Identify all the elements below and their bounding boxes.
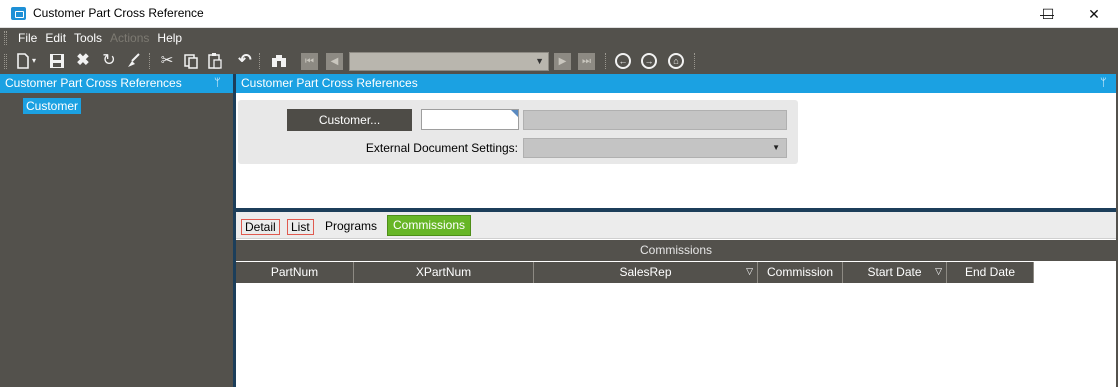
toolbar-separator (259, 53, 260, 69)
search-icon[interactable] (270, 52, 288, 70)
title-bar: Customer Part Cross Reference — ☐ ✕ (0, 0, 1118, 28)
column-header-salesrep[interactable]: SalesRep ▽ (534, 262, 758, 283)
forward-icon[interactable]: → (641, 53, 657, 69)
menu-bar: File Edit Tools Actions Help (0, 28, 186, 48)
clear-icon[interactable] (125, 52, 143, 70)
tree-panel-header: Customer Part Cross References ᛘ (0, 74, 233, 93)
paste-icon[interactable] (206, 52, 224, 70)
detail-panel-header: Customer Part Cross References ᛘ (236, 74, 1118, 93)
grid-body[interactable] (236, 283, 1118, 387)
record-navigator-combo[interactable]: ▼ (349, 52, 549, 71)
column-label: Commission (766, 265, 833, 279)
save-icon[interactable] (48, 52, 66, 70)
grid-header: PartNum XPartNum SalesRep ▽ Commission S… (236, 262, 1034, 283)
menu-tools[interactable]: Tools (70, 31, 106, 45)
customer-id-input[interactable] (421, 109, 519, 130)
column-header-start-date[interactable]: Start Date ▽ (843, 262, 947, 283)
column-label: SalesRep (619, 265, 672, 279)
toolbar-separator (149, 53, 150, 69)
pin-icon[interactable]: ᛘ (214, 74, 221, 93)
command-band: File Edit Tools Actions Help ▾ ✖ ↻ ✂ ↶ ⏮… (0, 28, 1118, 74)
refresh-icon[interactable]: ↻ (100, 52, 118, 70)
column-label: PartNum (270, 265, 319, 279)
new-dropdown-icon[interactable]: ▾ (30, 52, 38, 70)
cut-icon[interactable]: ✂ (158, 52, 176, 70)
customer-name-field (523, 110, 787, 130)
back-icon[interactable]: ← (615, 53, 631, 69)
app-icon (11, 7, 26, 20)
menu-actions: Actions (110, 31, 150, 45)
column-label: XPartNum (415, 265, 472, 279)
first-record-icon: ⏮ (301, 53, 318, 70)
detail-panel: Customer Part Cross References ᛘ Custome… (236, 74, 1118, 387)
customer-button[interactable]: Customer... (287, 109, 412, 131)
chevron-down-icon: ▼ (772, 143, 780, 152)
tree-panel: Customer Part Cross References ᛘ Custome… (0, 74, 233, 387)
maximize-button[interactable]: ☐ (1025, 0, 1071, 28)
copy-icon[interactable] (182, 52, 200, 70)
chevron-down-icon: ▼ (535, 56, 544, 66)
filter-icon[interactable]: ▽ (746, 262, 753, 281)
tree-node-customer[interactable]: Customer (23, 98, 82, 114)
column-label: End Date (964, 265, 1016, 279)
external-doc-settings-label: External Document Settings: (365, 141, 518, 155)
grid-title: Commissions (236, 240, 1116, 261)
tab-programs[interactable]: Programs (322, 219, 380, 235)
column-header-commission[interactable]: Commission (758, 262, 843, 283)
filter-icon[interactable]: ▽ (935, 262, 942, 281)
toolbar-separator (605, 53, 606, 69)
external-doc-settings-select[interactable]: ▼ (523, 138, 787, 158)
tab-detail[interactable]: Detail (241, 219, 280, 235)
menu-edit[interactable]: Edit (41, 31, 70, 45)
menu-help[interactable]: Help (153, 31, 186, 45)
tab-list[interactable]: List (287, 219, 314, 235)
home-icon[interactable]: ⌂ (668, 53, 684, 69)
last-record-icon: ⏭ (578, 53, 595, 70)
column-header-end-date[interactable]: End Date (947, 262, 1034, 283)
window-title: Customer Part Cross Reference (33, 6, 204, 20)
next-record-icon: ▶ (554, 53, 571, 70)
detail-panel-title: Customer Part Cross References (241, 76, 418, 90)
previous-record-icon: ◀ (326, 53, 343, 70)
column-header-partnum[interactable]: PartNum (236, 262, 354, 283)
delete-icon[interactable]: ✖ (74, 52, 92, 70)
menu-grip[interactable] (4, 31, 7, 45)
toolbar-grip[interactable] (4, 54, 7, 69)
customer-form: Customer... External Document Settings: … (238, 100, 798, 164)
toolbar: ▾ ✖ ↻ ✂ ↶ ⏮ ◀ ▼ ▶ ⏭ ← → ⌂ (0, 49, 1118, 73)
column-label: Start Date (867, 265, 922, 279)
tab-commissions[interactable]: Commissions (387, 215, 472, 236)
tree-panel-title: Customer Part Cross References (5, 76, 182, 90)
menu-file[interactable]: File (14, 31, 41, 45)
pin-icon[interactable]: ᛘ (1100, 74, 1107, 93)
column-header-xpartnum[interactable]: XPartNum (354, 262, 534, 283)
close-button[interactable]: ✕ (1071, 0, 1117, 28)
undo-icon[interactable]: ↶ (236, 52, 254, 70)
toolbar-separator (694, 53, 695, 69)
tab-strip: Detail List Programs Commissions (236, 212, 1118, 239)
